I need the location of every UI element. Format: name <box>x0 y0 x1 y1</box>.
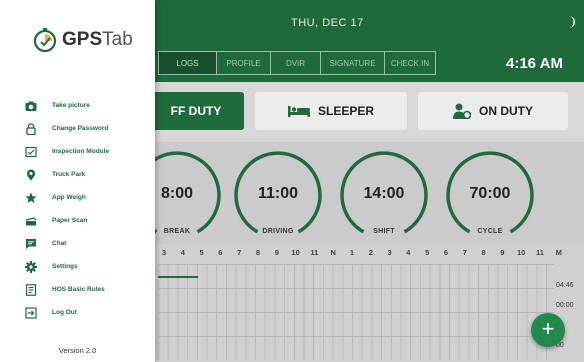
hour-label: 10 <box>517 248 526 257</box>
driver-icon <box>453 103 471 119</box>
off-duty-log-line <box>158 276 198 278</box>
grid-row-off-duty <box>158 264 554 288</box>
brand-gps: GPS <box>62 29 103 50</box>
grid-row-driving <box>158 312 554 336</box>
hour-label: N <box>330 248 336 257</box>
tab-check-in[interactable]: CHECK IN <box>385 52 435 74</box>
menu-item-take-picture[interactable]: Take picture <box>0 94 155 117</box>
bed-icon <box>287 106 310 117</box>
menu-label: Truck Park <box>52 171 86 178</box>
hour-label: 4 <box>406 248 411 257</box>
hour-label: 6 <box>218 248 223 257</box>
tab-signature[interactable]: SIGNATURE <box>321 52 385 74</box>
hour-label: 9 <box>274 248 279 257</box>
brand-tab: Tab <box>102 29 133 50</box>
total-sleeper: 00:00 <box>556 302 574 309</box>
menu-label: Change Password <box>52 125 109 132</box>
menu-item-paper-scan[interactable]: Paper Scan <box>0 209 155 232</box>
hour-label: M <box>555 248 562 257</box>
shift-label: SHIFT <box>373 228 395 235</box>
menu-label: Paper Scan <box>52 217 88 224</box>
driving-value: 11:00 <box>257 185 299 202</box>
menu-item-app-weigh[interactable]: App Weigh <box>0 186 155 209</box>
tab-dvir[interactable]: DVIR <box>271 52 321 74</box>
chat-icon <box>26 238 36 249</box>
menu-item-chat[interactable]: Chat <box>0 232 155 255</box>
menu-item-hos-basic-rules[interactable]: HOS Basic Rules <box>0 278 155 301</box>
cycle-gauge: 70:00 CYCLE <box>442 147 538 243</box>
hour-label: 10 <box>291 248 300 257</box>
date-label: THU, DEC 17 <box>291 17 364 29</box>
log-tabs: LOGS PROFILE DVIR SIGNATURE CHECK IN <box>158 51 436 75</box>
driving-label: DRIVING <box>262 228 294 235</box>
clock: 4:16 AM <box>506 55 563 72</box>
on-duty-button[interactable]: ON DUTY <box>418 92 568 130</box>
add-button[interactable]: + <box>531 313 565 347</box>
moon-icon[interactable] <box>565 16 575 28</box>
total-off-duty: 04:46 <box>556 282 574 289</box>
gear-icon <box>25 260 37 273</box>
hour-label: 5 <box>199 248 204 257</box>
hour-label: 2 <box>368 248 373 257</box>
camera-icon <box>25 101 37 111</box>
menu-item-log-out[interactable]: Log Out <box>0 301 155 324</box>
navigation-drawer: GPS Tab Take picture Change Password Ins… <box>0 0 155 362</box>
scanner-icon <box>25 216 37 225</box>
menu-label: HOS Basic Rules <box>52 286 105 293</box>
row-totals: 04:46 00:00 00 00 <box>556 276 584 356</box>
grid-row-sleeper <box>158 288 554 312</box>
hour-label: 11 <box>536 248 544 257</box>
logout-icon <box>25 306 37 319</box>
tab-logs[interactable]: LOGS <box>159 52 217 74</box>
menu-label: Chat <box>52 240 67 247</box>
hour-label: 7 <box>237 248 242 257</box>
driving-gauge: 11:00 DRIVING <box>230 147 326 243</box>
hour-label: 6 <box>443 248 449 257</box>
shift-gauge: 14:00 SHIFT <box>336 147 432 243</box>
menu-item-change-password[interactable]: Change Password <box>0 117 155 140</box>
stopwatch-icon <box>33 28 57 53</box>
hour-label: 4 <box>180 248 185 257</box>
cycle-label: CYCLE <box>477 228 503 235</box>
star-icon <box>25 192 37 203</box>
hour-label: 9 <box>500 248 505 257</box>
gpstab-logo: GPS Tab <box>32 24 133 56</box>
menu-label: Settings <box>52 263 78 270</box>
app-version: Version 2.0 <box>58 346 97 355</box>
hour-label: 11 <box>310 248 319 257</box>
hour-label: 8 <box>255 248 261 257</box>
rules-icon <box>25 283 37 296</box>
sleeper-button[interactable]: SLEEPER <box>255 92 407 130</box>
menu-item-truck-park[interactable]: Truck Park <box>0 163 155 186</box>
location-pin-icon <box>27 169 35 180</box>
cycle-value: 70:00 <box>469 185 511 202</box>
menu-label: Take picture <box>52 102 90 109</box>
drawer-menu: Take picture Change Password Inspection … <box>0 94 155 324</box>
off-duty-label: FF DUTY <box>170 104 222 118</box>
menu-item-inspection-module[interactable]: Inspection Module <box>0 140 155 163</box>
on-duty-label: ON DUTY <box>479 104 533 118</box>
duty-log-grid <box>158 264 554 360</box>
sleeper-label: SLEEPER <box>317 104 374 118</box>
hour-label: 1 <box>349 248 355 257</box>
lock-icon <box>26 122 36 135</box>
grid-row-on-duty <box>158 336 554 360</box>
shift-value: 14:00 <box>363 185 405 202</box>
menu-label: Inspection Module <box>52 148 110 155</box>
inspection-icon <box>25 146 37 157</box>
menu-label: App Weigh <box>52 194 86 201</box>
hour-labels: 3 4 5 6 7 8 9 10 11 N 1 2 3 4 5 6 7 8 9 … <box>161 248 564 260</box>
hour-label: 5 <box>425 248 430 257</box>
hour-label: 8 <box>481 248 486 257</box>
menu-label: Log Out <box>52 309 77 316</box>
menu-item-settings[interactable]: Settings <box>0 255 155 278</box>
off-duty-button[interactable]: FF DUTY <box>148 92 244 130</box>
tab-profile[interactable]: PROFILE <box>217 52 271 74</box>
hour-label: 3 <box>387 248 392 257</box>
hour-label: 3 <box>161 248 167 257</box>
hour-label: 7 <box>462 248 467 257</box>
